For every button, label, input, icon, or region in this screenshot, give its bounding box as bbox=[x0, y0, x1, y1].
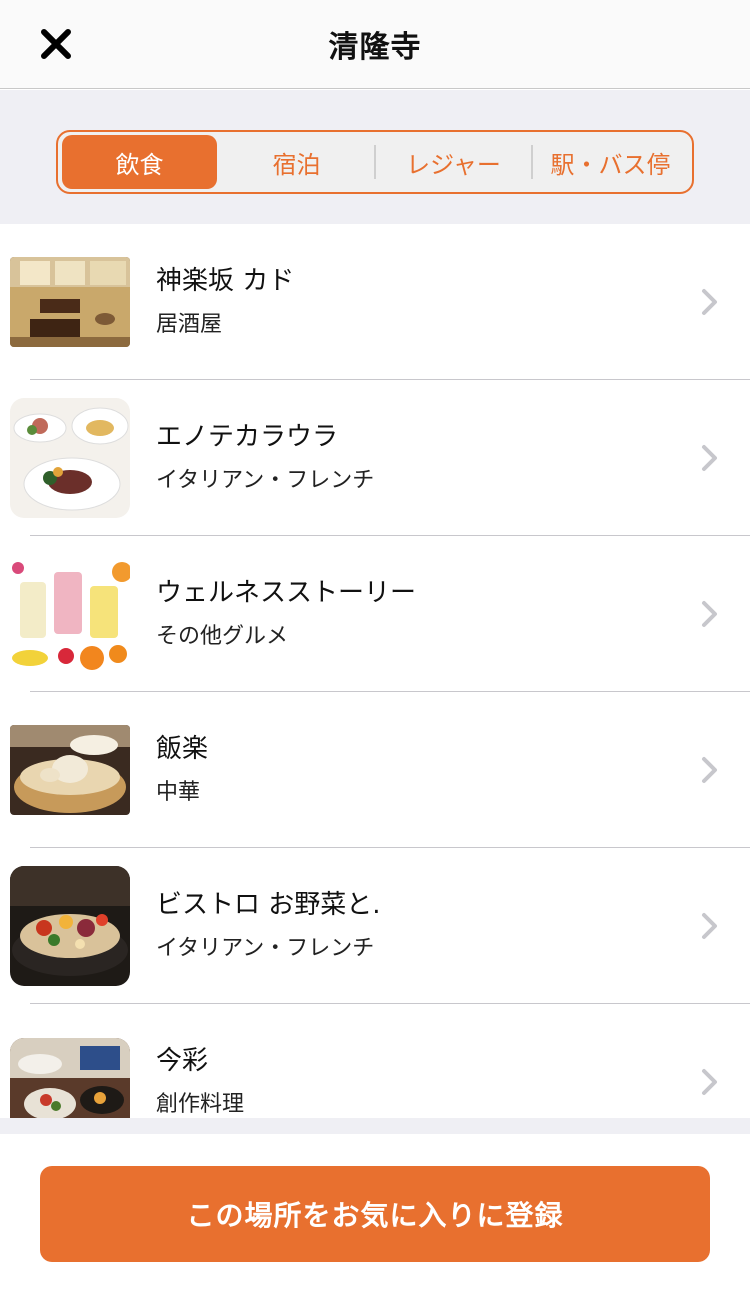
tab-station-bus-stop[interactable]: 駅・バス停 bbox=[533, 135, 688, 189]
place-name: 神楽坂 カド bbox=[156, 266, 295, 296]
chevron-right-icon bbox=[702, 601, 717, 627]
list-item[interactable]: ビストロ お野菜と. イタリアン・フレンチ bbox=[0, 848, 750, 1004]
place-text: エノテカラウラ イタリアン・フレンチ bbox=[156, 420, 374, 496]
place-thumbnail bbox=[10, 725, 130, 815]
tab-food[interactable]: 飲食 bbox=[62, 135, 217, 189]
chevron-right-icon bbox=[702, 289, 717, 315]
category-filter-area: 飲食 宿泊 レジャー 駅・バス停 bbox=[0, 90, 750, 224]
footer: この場所をお気に入りに登録 bbox=[0, 1118, 750, 1294]
tab-lodging[interactable]: 宿泊 bbox=[219, 135, 374, 189]
place-category: その他グルメ bbox=[156, 624, 289, 649]
category-segmented-control: 飲食 宿泊 レジャー 駅・バス停 bbox=[56, 130, 694, 194]
place-text: ウェルネスストーリー その他グルメ bbox=[156, 576, 416, 652]
place-text: 今彩 創作料理 bbox=[156, 1044, 244, 1118]
place-thumbnail bbox=[10, 398, 130, 518]
place-category: 創作料理 bbox=[156, 1092, 245, 1117]
place-list: 神楽坂 カド 居酒屋 エノテカラウラ イタリアン・フレンチ ウェルネスストーリー… bbox=[0, 224, 750, 1118]
chevron-right-icon bbox=[702, 757, 717, 783]
page-title: 清隆寺 bbox=[328, 30, 422, 65]
place-thumbnail bbox=[10, 257, 130, 347]
chevron-right-icon bbox=[702, 445, 717, 471]
list-item[interactable]: 今彩 創作料理 bbox=[0, 1004, 750, 1118]
list-item[interactable]: 飯楽 中華 bbox=[0, 692, 750, 848]
list-item[interactable]: ウェルネスストーリー その他グルメ bbox=[0, 536, 750, 692]
place-category: イタリアン・フレンチ bbox=[156, 936, 375, 961]
footer-panel: この場所をお気に入りに登録 bbox=[0, 1134, 750, 1294]
place-name: エノテカラウラ bbox=[156, 422, 339, 452]
chevron-right-icon bbox=[702, 1069, 717, 1095]
place-thumbnail bbox=[10, 866, 130, 986]
place-text: 飯楽 中華 bbox=[156, 732, 208, 808]
place-thumbnail bbox=[10, 554, 130, 674]
place-text: ビストロ お野菜と. イタリアン・フレンチ bbox=[156, 888, 381, 964]
place-name: 飯楽 bbox=[156, 734, 209, 764]
place-name: 今彩 bbox=[156, 1046, 209, 1076]
place-category: 居酒屋 bbox=[156, 312, 223, 337]
chevron-right-icon bbox=[702, 913, 717, 939]
place-category: イタリアン・フレンチ bbox=[156, 468, 375, 493]
place-category: 中華 bbox=[156, 780, 201, 805]
place-text: 神楽坂 カド 居酒屋 bbox=[156, 264, 294, 340]
place-thumbnail bbox=[10, 1038, 130, 1118]
list-item[interactable]: エノテカラウラ イタリアン・フレンチ bbox=[0, 380, 750, 536]
place-name: ウェルネスストーリー bbox=[156, 578, 417, 608]
place-name: ビストロ お野菜と. bbox=[156, 890, 381, 920]
list-item[interactable]: 神楽坂 カド 居酒屋 bbox=[0, 224, 750, 380]
tab-leisure[interactable]: レジャー bbox=[376, 135, 531, 189]
navigation-bar: 清隆寺 bbox=[0, 0, 750, 89]
add-to-favorites-button[interactable]: この場所をお気に入りに登録 bbox=[40, 1166, 710, 1262]
